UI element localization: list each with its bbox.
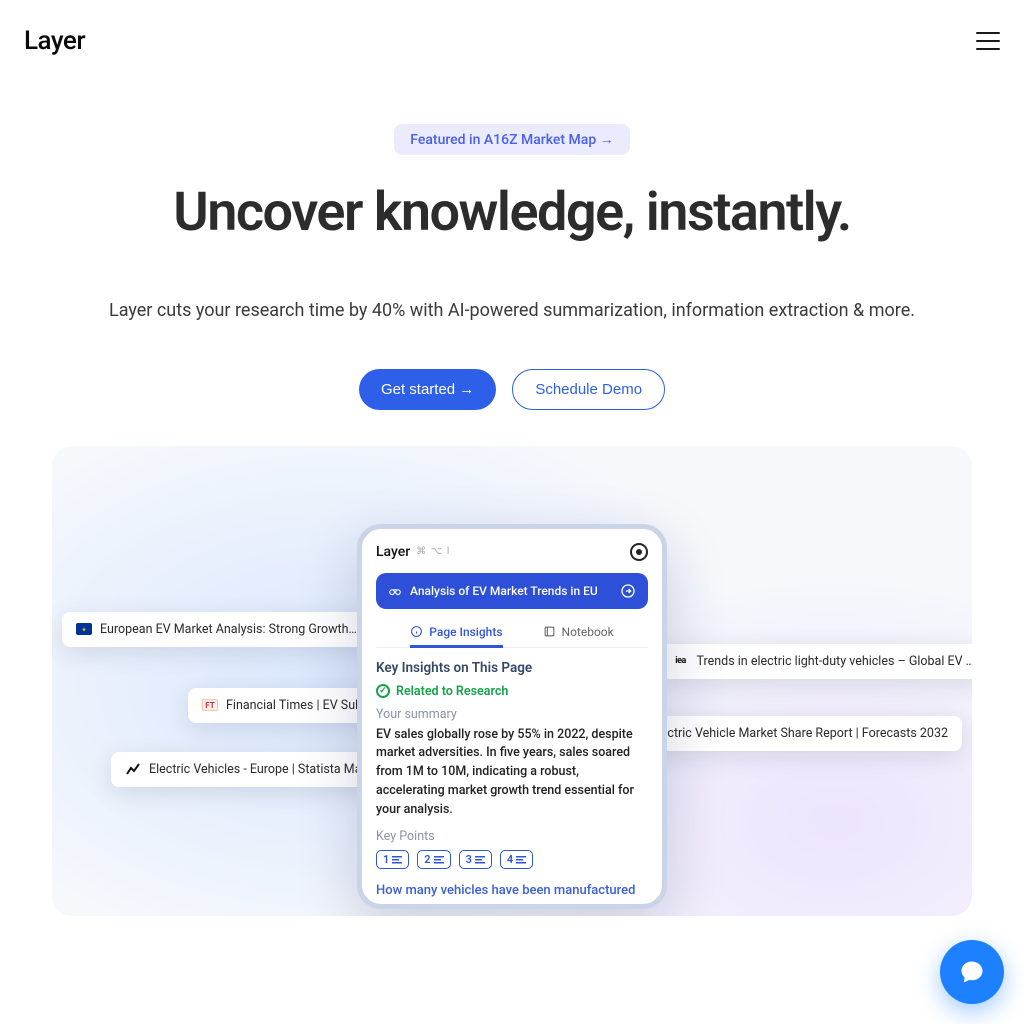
keypoint-chip[interactable]: 1 xyxy=(376,850,409,869)
statista-icon xyxy=(125,763,141,775)
floating-chip: …ectric Vehicle Market Share Report | Fo… xyxy=(638,716,962,751)
keyboard-shortcut: ⌘ ⌥ I xyxy=(416,546,450,557)
menu-icon[interactable] xyxy=(976,32,1000,50)
related-badge: ✓ Related to Research xyxy=(376,684,648,699)
product-preview-card: Layer ⌘ ⌥ I Analysis of EV Market Trends… xyxy=(357,524,667,910)
get-started-button[interactable]: Get started → xyxy=(359,369,496,410)
eu-flag-icon: ⋆ xyxy=(76,623,92,635)
chat-fab[interactable] xyxy=(940,940,1004,1004)
info-icon xyxy=(410,625,423,638)
check-icon: ✓ xyxy=(376,684,390,698)
search-text: Analysis of EV Market Trends in EU xyxy=(410,584,598,598)
floating-chip: iea Trends in electric light-duty vehicl… xyxy=(659,644,972,679)
brand-logo[interactable]: Layer xyxy=(24,26,85,56)
binoculars-icon xyxy=(388,584,402,598)
section-title: Key Insights on This Page xyxy=(376,648,648,684)
keypoint-chip[interactable]: 3 xyxy=(459,850,492,869)
send-icon[interactable] xyxy=(620,583,636,599)
floating-chip: ⋆ European EV Market Analysis: Strong Gr… xyxy=(62,612,371,647)
summary-text: EV sales globally rose by 55% in 2022, d… xyxy=(376,726,648,820)
chip-label: Trends in electric light-duty vehicles –… xyxy=(697,654,972,669)
featured-pill[interactable]: Featured in A16Z Market Map → xyxy=(394,124,629,155)
chip-label: …ectric Vehicle Market Share Report | Fo… xyxy=(652,726,948,741)
ft-icon: FT xyxy=(202,699,218,711)
chat-icon xyxy=(958,958,986,986)
suggested-question[interactable]: How many vehicles have been manufactured xyxy=(376,883,648,904)
search-bar[interactable]: Analysis of EV Market Trends in EU xyxy=(376,573,648,609)
avatar-icon[interactable] xyxy=(630,543,648,561)
tab-page-insights[interactable]: Page Insights xyxy=(410,625,502,648)
iea-icon: iea xyxy=(673,655,689,667)
keypoints-label: Key Points xyxy=(376,829,648,844)
schedule-demo-button[interactable]: Schedule Demo xyxy=(512,369,665,410)
summary-label: Your summary xyxy=(376,707,648,722)
hero-headline: Uncover knowledge, instantly. xyxy=(0,185,1024,242)
notebook-icon xyxy=(543,625,556,638)
keypoint-chip[interactable]: 4 xyxy=(500,850,533,869)
chip-label: European EV Market Analysis: Strong Grow… xyxy=(100,622,357,637)
hero-showcase: ⋆ European EV Market Analysis: Strong Gr… xyxy=(52,446,972,916)
keypoint-chip[interactable]: 2 xyxy=(417,850,450,869)
product-logo: Layer ⌘ ⌥ I xyxy=(376,544,450,560)
keypoints-row: 1 2 3 4 xyxy=(376,850,648,869)
tab-notebook[interactable]: Notebook xyxy=(543,625,614,639)
hero-subhead: Layer cuts your research time by 40% wit… xyxy=(0,300,1024,321)
